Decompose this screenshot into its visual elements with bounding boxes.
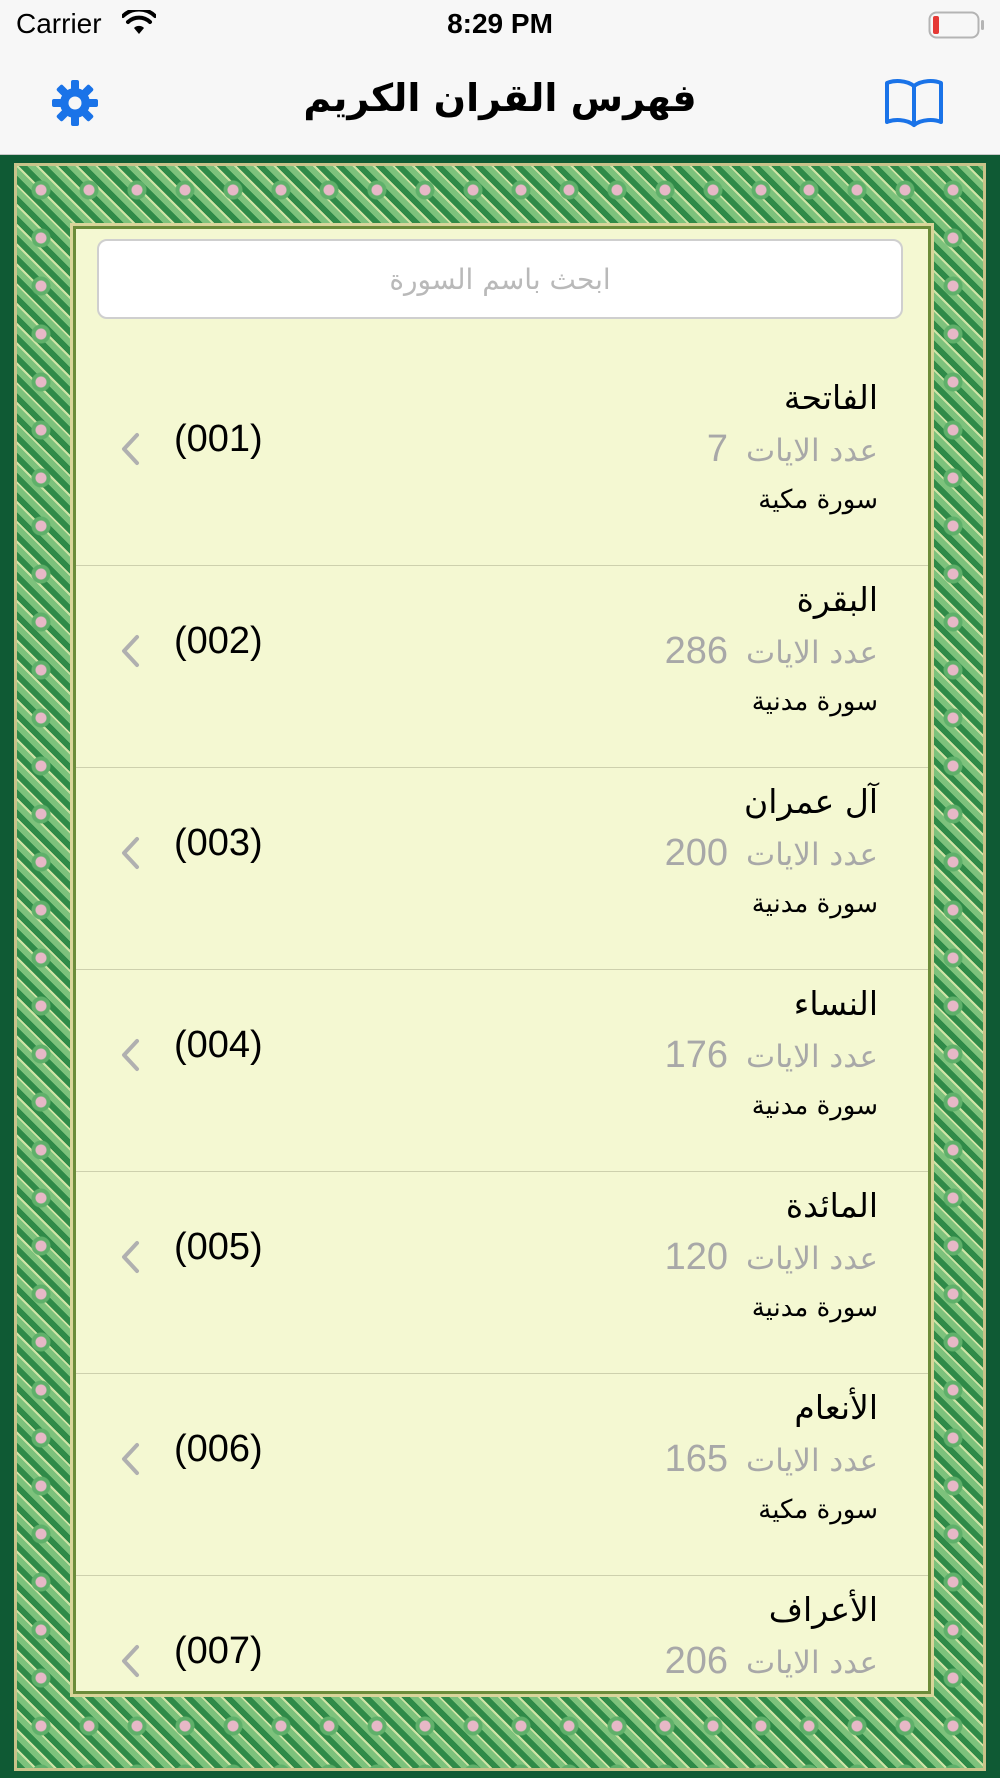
- surah-list-item[interactable]: الأنعام عدد الايات 165 سورة مكية (006): [76, 1374, 928, 1576]
- navigation-bar: فهرس القران الكريم: [0, 50, 1000, 155]
- surah-number: (002): [174, 620, 263, 662]
- surah-number: (005): [174, 1226, 263, 1268]
- ayat-count-value: 206: [664, 1640, 729, 1682]
- ayat-count-line: عدد الايات 200: [665, 832, 878, 875]
- surah-name: النساء: [793, 984, 878, 1023]
- chevron-left-icon: [122, 1039, 139, 1071]
- surah-list-item[interactable]: المائدة عدد الايات 120 سورة مدنية (005): [76, 1172, 928, 1374]
- surah-revelation-type: سورة مدنية: [751, 1293, 878, 1323]
- ayat-count-line: عدد الايات 120: [665, 1236, 878, 1279]
- surah-list-item[interactable]: البقرة عدد الايات 286 سورة مدنية (002): [76, 566, 928, 768]
- ayat-count-label: عدد الايات: [746, 837, 878, 873]
- surah-index-panel: الفاتحة عدد الايات 7 سورة مكية (001) البق…: [76, 229, 928, 1691]
- ayat-count-value: 200: [664, 832, 729, 874]
- surah-revelation-type: سورة مدنية: [751, 1091, 878, 1121]
- status-time: 8:29 PM: [447, 8, 553, 39]
- surah-number: (004): [174, 1024, 263, 1066]
- chevron-left-icon: [122, 1241, 139, 1273]
- ayat-count-label: عدد الايات: [746, 635, 878, 671]
- chevron-left-icon: [122, 837, 139, 869]
- ayat-count-value: 176: [664, 1034, 729, 1076]
- ayat-count-label: عدد الايات: [746, 1039, 878, 1075]
- chevron-left-icon: [122, 433, 139, 465]
- book-icon: [885, 79, 943, 127]
- surah-number: (003): [174, 822, 263, 864]
- ayat-count-line: عدد الايات 206: [665, 1640, 878, 1683]
- surah-name: الأعراف: [768, 1590, 878, 1629]
- ayat-count-line: عدد الايات 176: [665, 1034, 878, 1077]
- surah-name: المائدة: [785, 1186, 878, 1225]
- surah-revelation-type: سورة مدنية: [751, 687, 878, 717]
- open-reader-button[interactable]: [884, 76, 944, 128]
- surah-revelation-type: سورة مدنية: [751, 889, 878, 919]
- surah-name: آل عمران: [743, 782, 878, 821]
- chevron-left-icon: [122, 635, 139, 667]
- surah-list-item[interactable]: الأعراف عدد الايات206 سورة مكية (007): [76, 1576, 928, 1691]
- surah-name: البقرة: [796, 580, 878, 619]
- surah-list-item[interactable]: النساء عدد الايات 176 سورة مدنية (004): [76, 970, 928, 1172]
- battery-low-icon: [928, 11, 984, 39]
- ayat-count-label: عدد الايات: [746, 1241, 878, 1277]
- ayat-count-line: عدد الايات 7: [707, 428, 878, 471]
- ayat-count-value: 286: [664, 630, 729, 672]
- surah-list: الفاتحة عدد الايات 7 سورة مكية (001) البق…: [76, 364, 928, 1691]
- ayat-count-line: عدد الايات 165: [665, 1438, 878, 1481]
- surah-number: (001): [174, 418, 263, 460]
- ayat-count-label: عدد الايات: [746, 1645, 878, 1681]
- surah-number: (007): [174, 1630, 263, 1672]
- ayat-count-value: 120: [664, 1236, 729, 1278]
- ayat-count-label: عدد الايات: [746, 433, 878, 469]
- ayat-count-value: 7: [706, 428, 729, 470]
- chevron-left-icon: [122, 1645, 139, 1677]
- surah-list-item[interactable]: آل عمران عدد الايات 200 سورة مدنية (003): [76, 768, 928, 970]
- chevron-left-icon: [122, 1443, 139, 1475]
- surah-revelation-type: سورة مكية: [758, 485, 878, 515]
- surah-name: الأنعام: [794, 1388, 878, 1427]
- surah-list-item[interactable]: الفاتحة عدد الايات 7 سورة مكية (001): [76, 364, 928, 566]
- page-title: فهرس القران الكريم: [303, 76, 697, 120]
- surah-search-input[interactable]: [97, 239, 903, 319]
- ayat-count-label: عدد الايات: [746, 1443, 878, 1479]
- surah-name: الفاتحة: [783, 378, 878, 417]
- surah-revelation-type: سورة مكية: [758, 1495, 878, 1525]
- surah-number: (006): [174, 1428, 263, 1470]
- ayat-count-line: عدد الايات 286: [665, 630, 878, 673]
- status-bar: Carrier 8:29 PM: [0, 0, 1000, 50]
- ayat-count-value: 165: [664, 1438, 729, 1480]
